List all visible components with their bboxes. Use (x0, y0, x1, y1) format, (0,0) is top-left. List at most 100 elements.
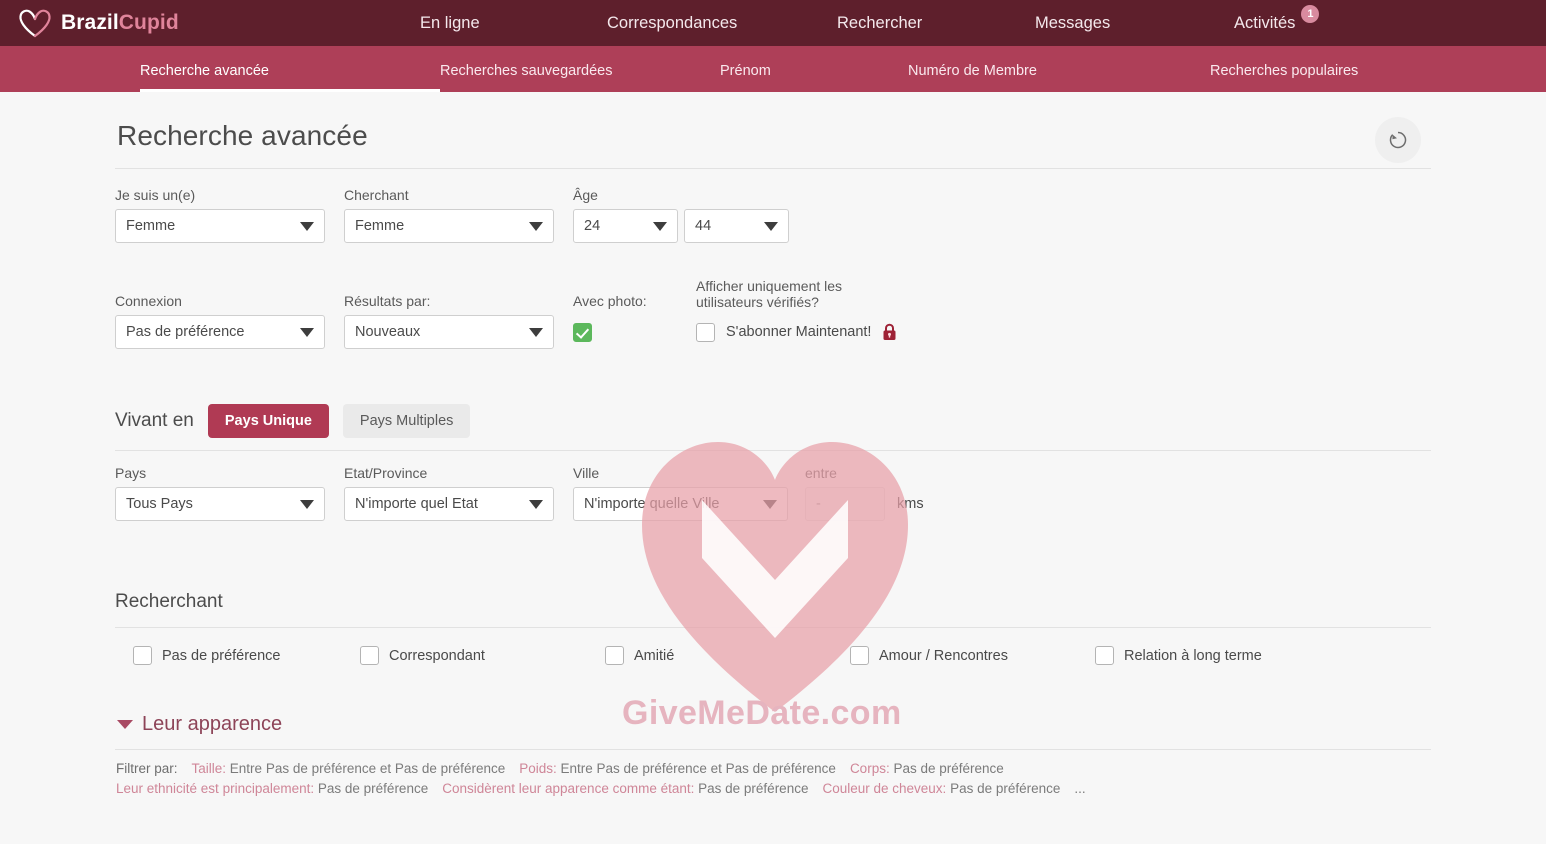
gender-label: Je suis un(e) (115, 187, 196, 203)
nav-label: Messages (1035, 13, 1111, 32)
seeking-option-friendship[interactable]: Amitié (605, 646, 850, 665)
option-label: Correspondant (389, 647, 485, 664)
distance-input[interactable]: - (805, 487, 885, 521)
results-sort-field: Résultats par: Nouveaux (344, 293, 573, 349)
chevron-down-icon (300, 499, 314, 509)
nav-item-matches[interactable]: Correspondances (607, 14, 837, 33)
appearance-divider (115, 749, 1431, 750)
subscribe-checkbox[interactable] (696, 322, 715, 342)
nav-item-search[interactable]: Rechercher (837, 14, 1035, 33)
gender-value: Femme (126, 218, 176, 234)
chevron-down-icon (529, 221, 543, 231)
checkbox[interactable] (1095, 646, 1114, 665)
filter-key: Poids: (519, 761, 557, 776)
location-criteria-row: Pays Tous Pays Etat/Province N'importe q… (115, 465, 1431, 521)
living-in-section-header: Vivant en Pays Unique Pays Multiples (115, 404, 1431, 438)
state-select[interactable]: N'importe quel Etat (344, 487, 554, 521)
appearance-section-toggle[interactable]: Leur apparence (115, 713, 1431, 736)
basic-criteria-row-1: Je suis un(e) Femme Cherchant Femme Âge … (115, 187, 1431, 243)
filter-value: Pas de préférence (950, 781, 1061, 796)
tab-label: Recherches populaires (1210, 63, 1359, 79)
living-in-divider (115, 450, 1431, 451)
city-value: N'importe quelle Ville (584, 496, 720, 512)
filter-key: Considèrent leur apparence comme étant: (442, 781, 695, 796)
seeking-option-penpal[interactable]: Correspondant (360, 646, 605, 665)
activities-badge: 1 (1301, 4, 1320, 23)
seeking-option-romance[interactable]: Amour / Rencontres (850, 646, 1095, 665)
filter-key: Taille: (191, 761, 227, 776)
lock-icon (883, 323, 896, 340)
option-label: Pas de préférence (162, 647, 281, 664)
single-country-button[interactable]: Pays Unique (207, 404, 329, 438)
results-sort-select[interactable]: Nouveaux (344, 315, 554, 349)
chevron-down-icon (653, 221, 667, 231)
checkbox[interactable] (850, 646, 869, 665)
tab-popular-searches[interactable]: Recherches populaires (1210, 46, 1410, 92)
city-select[interactable]: N'importe quelle Ville (573, 487, 788, 521)
country-select[interactable]: Tous Pays (115, 487, 325, 521)
with-photo-label: Avec photo: (573, 293, 647, 309)
brand-logo[interactable]: BrazilCupid (18, 8, 179, 38)
multi-country-button[interactable]: Pays Multiples (342, 404, 471, 438)
reset-search-button[interactable] (1375, 117, 1421, 163)
seeking-option-long-term[interactable]: Relation à long terme (1095, 646, 1262, 665)
tab-advanced-search[interactable]: Recherche avancée (140, 46, 440, 92)
state-field: Etat/Province N'importe quel Etat (344, 465, 573, 521)
country-label: Pays (115, 465, 147, 481)
appearance-section-title: Leur apparence (142, 713, 283, 735)
seeking-gender-label: Cherchant (344, 187, 409, 203)
tab-first-name[interactable]: Prénom (720, 46, 908, 92)
gender-select[interactable]: Femme (115, 209, 325, 243)
city-label: Ville (573, 465, 600, 481)
state-value: N'importe quel Etat (355, 496, 478, 512)
tab-label: Numéro de Membre (908, 63, 1037, 79)
living-in-title: Vivant en (115, 410, 194, 431)
brand-name: BrazilCupid (61, 11, 179, 35)
seeking-gender-select[interactable]: Femme (344, 209, 554, 243)
seeking-option-no-preference[interactable]: Pas de préférence (115, 646, 360, 665)
title-divider (115, 168, 1431, 169)
state-label: Etat/Province (344, 465, 428, 481)
brand-name-part2: Cupid (118, 11, 179, 34)
nav-item-activities[interactable]: Activités 1 (1234, 4, 1414, 33)
checkbox[interactable] (605, 646, 624, 665)
nav-label: Rechercher (837, 13, 923, 32)
filter-key: Couleur de cheveux: (822, 781, 947, 796)
seeking-divider (115, 627, 1431, 628)
appearance-filter-summary: Filtrer par: Taille: Entre Pas de préfére… (115, 759, 1431, 799)
top-navigation-bar: BrazilCupid En ligne Correspondances Rec… (0, 0, 1546, 46)
age-max-select[interactable]: 44 (684, 209, 789, 243)
page-title: Recherche avancée (117, 120, 368, 151)
connection-field: Connexion Pas de préférence (115, 293, 344, 349)
results-sort-label: Résultats par: (344, 293, 431, 309)
distance-label: entre (805, 465, 837, 481)
seeking-options-row: Pas de préférence Correspondant Amitié A… (115, 646, 1431, 665)
city-field: Ville N'importe quelle Ville (573, 465, 805, 521)
nav-item-online[interactable]: En ligne (392, 14, 607, 33)
option-label: Amitié (634, 647, 675, 664)
filter-value: Pas de préférence (893, 761, 1004, 776)
primary-nav: En ligne Correspondances Rechercher Mess… (392, 0, 1414, 46)
nav-item-messages[interactable]: Messages (1035, 14, 1234, 33)
filter-summary-line-1: Filtrer par: Taille: Entre Pas de préfére… (116, 759, 1431, 779)
filter-more: ... (1074, 781, 1086, 796)
verified-users-label-line1: Afficher uniquement les (696, 278, 843, 294)
chevron-down-icon (300, 327, 314, 337)
checkbox[interactable] (133, 646, 152, 665)
subscribe-control: S'abonner Maintenant! (696, 315, 897, 349)
chevron-down-icon (117, 720, 133, 729)
verified-users-field: Afficher uniquement les utilisateurs vér… (696, 278, 897, 349)
checkbox[interactable] (360, 646, 379, 665)
nav-label: En ligne (420, 13, 480, 32)
tab-label: Recherche avancée (140, 63, 269, 79)
tab-saved-searches[interactable]: Recherches sauvegardées (440, 46, 720, 92)
chevron-down-icon (300, 221, 314, 231)
age-field: Âge 24 44 (573, 187, 789, 243)
age-max-value: 44 (695, 218, 712, 234)
secondary-navigation-bar: Recherche avancée Recherches sauvegardée… (0, 46, 1546, 92)
connection-select[interactable]: Pas de préférence (115, 315, 325, 349)
with-photo-checkbox[interactable] (573, 322, 592, 342)
tab-member-number[interactable]: Numéro de Membre (908, 46, 1210, 92)
age-min-select[interactable]: 24 (573, 209, 678, 243)
filter-summary-line-2: Leur ethnicité est principalement: Pas d… (116, 779, 1431, 799)
